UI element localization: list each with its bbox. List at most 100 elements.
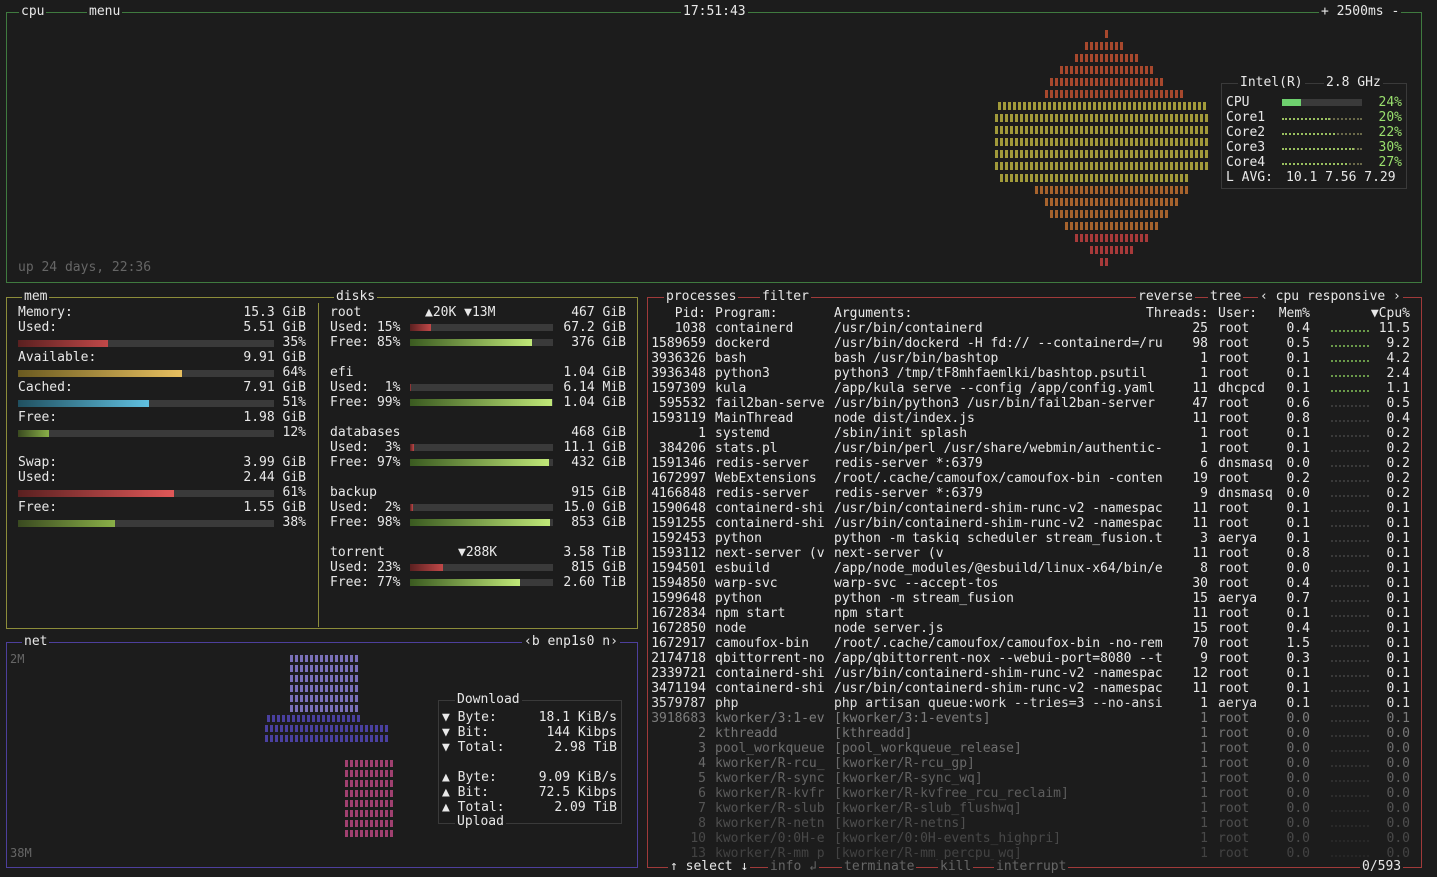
cpu-graph-cell bbox=[1080, 174, 1083, 182]
table-row[interactable]: 4 kworker/R-rcu_ [kworker/R-rcu_gp] 1 root 0.… bbox=[648, 756, 1418, 771]
cpu-graph-cell bbox=[1150, 222, 1153, 230]
cell-threads: 70 bbox=[1192, 636, 1208, 651]
update-interval[interactable]: + 2500ms - bbox=[1319, 4, 1402, 20]
table-row[interactable]: 3918683 kworker/3:1-ev [kworker/3:1-events… bbox=[648, 711, 1418, 726]
cpu-title[interactable]: cpu bbox=[19, 4, 47, 20]
cpu-graph-cell bbox=[1030, 114, 1033, 122]
net-graph-cell bbox=[332, 715, 335, 722]
table-row[interactable]: 1589659 dockerd/usr/bin/dockerd -H fd:// … bbox=[648, 336, 1418, 351]
cpu-graph-cell bbox=[1145, 66, 1148, 74]
net-graph-cell bbox=[355, 760, 358, 767]
cpu-graph-cell bbox=[1190, 150, 1193, 158]
net-title[interactable]: net bbox=[22, 634, 50, 650]
reverse-toggle[interactable]: reverse bbox=[1136, 289, 1195, 305]
cpu-graph-cell bbox=[1088, 102, 1091, 110]
kill-button[interactable]: kill bbox=[938, 859, 974, 875]
cpu-graph-cell bbox=[1125, 234, 1128, 242]
cpu-graph-cell bbox=[1110, 54, 1113, 62]
interrupt-button[interactable]: interrupt bbox=[994, 859, 1069, 875]
table-row[interactable]: 1590648 containerd-shi/usr/bin/containerd… bbox=[648, 501, 1418, 516]
cpu-graph-cell bbox=[1205, 162, 1208, 170]
net-graph-cell bbox=[355, 725, 358, 732]
disks-title[interactable]: disks bbox=[334, 289, 378, 305]
cpu-row-label: Core4 bbox=[1226, 155, 1266, 170]
net-graph-cell bbox=[390, 790, 393, 797]
cpu-graph-cell bbox=[1110, 162, 1113, 170]
table-row[interactable]: 10 kworker/0:0H-e [kworker/0:0H-events_hig… bbox=[648, 831, 1418, 846]
table-row[interactable]: 1593112 next-server (v next-server (v 11 roo… bbox=[648, 546, 1418, 561]
net-graph-cell bbox=[355, 770, 358, 777]
table-row[interactable]: 3 pool_workqueue [pool_workqueue_release] 1… bbox=[648, 741, 1418, 756]
cpu-graph-cell bbox=[1190, 114, 1193, 122]
cell-mem: 0.3 bbox=[1286, 651, 1310, 666]
table-row[interactable]: 6 kworker/R-kvfr [kworker/R-kvfree_rcu_rec… bbox=[648, 786, 1418, 801]
table-row[interactable]: 1672917 camoufox-bin/root/.cache/camoufox… bbox=[648, 636, 1418, 651]
table-row[interactable]: 2339721 containerd-shi/usr/bin/containerd… bbox=[648, 666, 1418, 681]
disk-free-value: 432 GiB bbox=[571, 455, 626, 470]
table-row[interactable]: 1038 containerd/usr/bin/containerd 25 root 0… bbox=[648, 321, 1418, 336]
table-row[interactable]: 5 kworker/R-sync [kworker/R-sync_wq] 1 root 0… bbox=[648, 771, 1418, 786]
net-graph-cell bbox=[350, 790, 353, 797]
header-mem[interactable]: Mem% bbox=[1268, 306, 1310, 321]
header-pid[interactable]: Pid: bbox=[650, 306, 706, 321]
table-row[interactable]: 595532 fail2ban-serve/usr/bin/python3 /us… bbox=[648, 396, 1418, 411]
cpu-graph-cell bbox=[1015, 138, 1018, 146]
net-graph-cell bbox=[390, 780, 393, 787]
cpu-mini-graph bbox=[1331, 825, 1369, 827]
cell-args: [kworker/3:1-events] bbox=[834, 711, 991, 726]
table-row[interactable]: 1591255 containerd-shi/usr/bin/containerd… bbox=[648, 516, 1418, 531]
mem-title[interactable]: mem bbox=[22, 289, 50, 305]
sort-selector[interactable]: ‹ cpu responsive › bbox=[1258, 289, 1403, 305]
interface-selector[interactable]: ‹b enp1s0 n› bbox=[522, 634, 620, 650]
cell-cpu: 0.4 bbox=[1386, 411, 1410, 426]
filter-button[interactable]: filter bbox=[760, 289, 811, 305]
table-row[interactable]: 1672834 npm start npm start 11 root 0.1 0.1 bbox=[648, 606, 1418, 621]
cpu-graph-cell bbox=[1120, 162, 1123, 170]
cpu-graph-cell bbox=[1105, 246, 1108, 254]
menu-button[interactable]: menu bbox=[87, 4, 123, 20]
table-row[interactable]: 1592453 python python -m taskiq scheduler … bbox=[648, 531, 1418, 546]
tree-toggle[interactable]: tree bbox=[1208, 289, 1244, 305]
cpu-graph-cell bbox=[1098, 102, 1101, 110]
table-row[interactable]: 384206 stats.pl/usr/bin/perl /usr/share/w… bbox=[648, 441, 1418, 456]
table-row[interactable]: 1593119 MainThread node dist/index.js 11 roo… bbox=[648, 411, 1418, 426]
table-row[interactable]: 1594850 warp-svc warp-svc --accept-tos 30 ro… bbox=[648, 576, 1418, 591]
terminate-button[interactable]: terminate bbox=[842, 859, 917, 875]
cpu-graph-cell bbox=[1165, 174, 1168, 182]
table-row[interactable]: 2174718 qbittorrent-no/app/qbittorrent-no… bbox=[648, 651, 1418, 666]
cpu-graph-cell bbox=[1160, 114, 1163, 122]
header-program[interactable]: Program: bbox=[715, 306, 830, 321]
table-row[interactable]: 4166848 redis-server redis-server *:6379 9 d… bbox=[648, 486, 1418, 501]
net-graph-cell bbox=[337, 715, 340, 722]
table-row[interactable]: 7 kworker/R-slub [kworker/R-slub_flushwq] 1… bbox=[648, 801, 1418, 816]
table-row[interactable]: 2 kthreadd [kthreadd] 1 root 0.0 0.0 bbox=[648, 726, 1418, 741]
net-graph-cell bbox=[380, 790, 383, 797]
select-button[interactable]: ↑ select ↓ bbox=[668, 859, 751, 875]
table-row[interactable]: 3936326 bash bash /usr/bin/bashtop 1 root 0.1… bbox=[648, 351, 1418, 366]
cpu-graph-cell bbox=[1163, 102, 1166, 110]
table-row[interactable]: 3936348 python3 python3 /tmp/tF8mhfaemlki/… bbox=[648, 366, 1418, 381]
table-row[interactable]: 1597309 kula/app/kula serve --config /app… bbox=[648, 381, 1418, 396]
cpu-row-label: Core3 bbox=[1226, 140, 1266, 155]
table-row[interactable]: 8 kworker/R-netn [kworker/R-netns] 1 root 0.0… bbox=[648, 816, 1418, 831]
table-row[interactable]: 1594501 esbuild/app/node_modules/@esbuild… bbox=[648, 561, 1418, 576]
table-row[interactable]: 3579787 php php artisan queue:work --tries… bbox=[648, 696, 1418, 711]
table-row[interactable]: 3471194 containerd-shi/usr/bin/containerd… bbox=[648, 681, 1418, 696]
header-cpu[interactable]: ▼Cpu% bbox=[1348, 306, 1410, 321]
disk-free-value: 2.60 TiB bbox=[563, 575, 626, 590]
header-args[interactable]: Arguments: bbox=[834, 306, 1174, 321]
table-row[interactable]: 1 systemd/sbin/init splash 1 root 0.1 0.2 bbox=[648, 426, 1418, 441]
cpu-graph-cell bbox=[1085, 174, 1088, 182]
net-graph-cell bbox=[380, 770, 383, 777]
net-graph-cell bbox=[295, 735, 298, 742]
net-graph-cell bbox=[300, 675, 303, 682]
table-row[interactable]: 1591346 redis-server redis-server *:6379 6 d… bbox=[648, 456, 1418, 471]
table-row[interactable]: 1672997 WebExtensions/root/.cache/camoufo… bbox=[648, 471, 1418, 486]
header-threads[interactable]: Threads: bbox=[1146, 306, 1209, 321]
cell-pid: 2 bbox=[698, 726, 706, 741]
table-row[interactable]: 1672850 node node server.js 15 root 0.4 0.1 bbox=[648, 621, 1418, 636]
info-button[interactable]: info ↲ bbox=[768, 859, 819, 875]
processes-title[interactable]: processes bbox=[664, 289, 739, 305]
table-row[interactable]: 1599648 python python -m stream_fusion 15 ae… bbox=[648, 591, 1418, 606]
cpu-graph-cell bbox=[1155, 174, 1158, 182]
